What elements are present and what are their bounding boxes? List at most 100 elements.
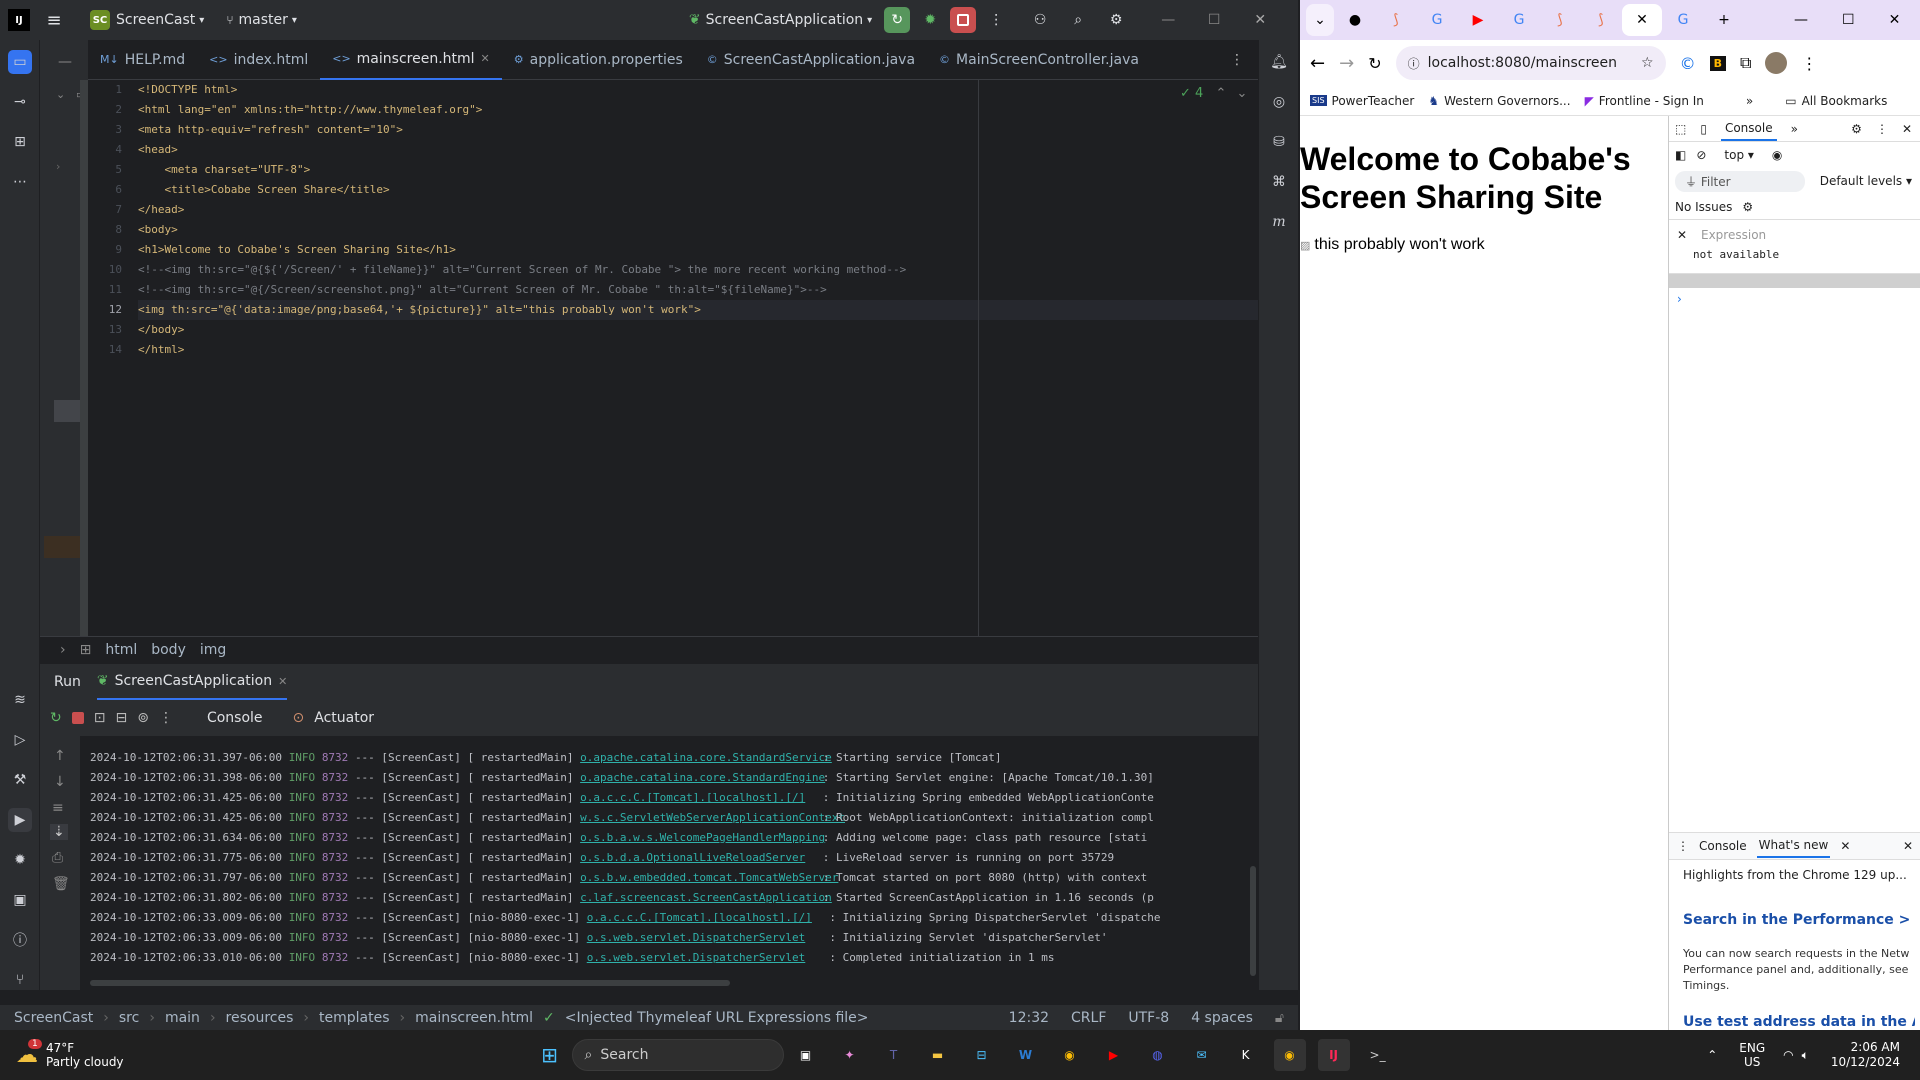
indent-setting[interactable]: 4 spaces [1191, 1010, 1253, 1026]
devtools-console-tab[interactable]: Console [1720, 117, 1777, 141]
camera-icon[interactable]: ⊡ [94, 710, 106, 726]
line-number[interactable]: 4 [88, 140, 136, 160]
line-number[interactable]: 9 [88, 240, 136, 260]
console-prompt-icon[interactable]: › [1677, 292, 1682, 306]
settings-gear-icon[interactable]: ⚙ [1742, 200, 1753, 214]
code-line[interactable]: <img th:src="@{'data:image/png;base64,'+… [138, 300, 1258, 320]
whats-new-headline-1[interactable]: Search in the Performance > Net [1683, 912, 1915, 928]
line-separator[interactable]: CRLF [1071, 1010, 1106, 1026]
chevron-up-icon[interactable]: ⌃ [1215, 86, 1226, 101]
more-vertical-icon[interactable]: ⋮ [1677, 839, 1689, 853]
problems-icon[interactable]: ⓘ [8, 928, 32, 952]
injected-language[interactable]: <Injected Thymeleaf URL Expressions file… [565, 1010, 869, 1026]
bookmark-tab-icon[interactable]: ⟆ [1581, 4, 1621, 36]
maximize-icon[interactable]: ☐ [1842, 12, 1855, 28]
chevron-right-icon[interactable]: › [56, 160, 60, 173]
sidebar-icon[interactable]: ◧ [1675, 148, 1686, 162]
minimize-icon[interactable]: — [1794, 12, 1808, 28]
add-user-icon[interactable]: ⚇ [1028, 8, 1052, 32]
code-line[interactable]: </head> [138, 200, 1258, 220]
bookmark-wgu[interactable]: ♞ Western Governors... [1428, 94, 1570, 108]
expression-input[interactable]: Expression [1701, 228, 1766, 242]
close-icon[interactable]: ✕ [481, 52, 490, 65]
log-logger-link[interactable]: w.s.c.ServletWebServerApplicationContext [580, 808, 845, 828]
editor-tab-5[interactable]: © MainScreenController.java [927, 40, 1151, 80]
bookmark-star-icon[interactable]: ☆ [1641, 55, 1654, 71]
chrome-active-icon[interactable]: ◉ [1273, 1039, 1306, 1071]
path-segment[interactable]: main [165, 1010, 200, 1026]
restore-layout-icon[interactable]: ⊟ [115, 710, 127, 726]
stop-icon[interactable] [950, 7, 977, 33]
path-segment[interactable]: templates [319, 1010, 390, 1026]
log-logger-link[interactable]: o.a.c.c.C.[Tomcat].[localhost].[/] [587, 908, 823, 928]
windows-start-icon[interactable]: ⊞ [534, 1039, 566, 1071]
bookmark-tab-icon[interactable]: ⟆ [1540, 4, 1580, 36]
task-view-icon[interactable]: ▣ [790, 1039, 822, 1071]
chevron-down-icon[interactable]: ⌄ [56, 88, 65, 101]
line-number[interactable]: 1 [88, 80, 136, 100]
drawer-console-tab[interactable]: Console [1699, 839, 1747, 853]
clock[interactable]: 2:06 AM 10/12/2024 [1831, 1040, 1900, 1070]
path-segment[interactable]: resources [226, 1010, 294, 1026]
scroll-to-end-icon[interactable]: ⇣ [50, 824, 68, 840]
youtube-music-icon[interactable]: ▶ [1098, 1039, 1130, 1071]
intellij-logo-icon[interactable]: IJ [8, 9, 30, 31]
line-number[interactable]: 5 [88, 160, 136, 180]
line-number[interactable]: 8 [88, 220, 136, 240]
console-tab[interactable]: Console [207, 710, 263, 726]
code-editor[interactable]: <!DOCTYPE html> <html lang="en" xmlns:th=… [138, 80, 1258, 636]
bookmark-powerteacher[interactable]: SIS PowerTeacher [1310, 94, 1414, 108]
google-tab-icon[interactable]: G [1417, 4, 1457, 36]
wifi-icon[interactable]: ◠ [1783, 1048, 1793, 1062]
branch-selector[interactable]: ⑂ master ▾ [220, 6, 303, 34]
collapse-icon[interactable]: — [58, 54, 72, 70]
line-number[interactable]: 6 [88, 180, 136, 200]
line-number[interactable]: 11 [88, 280, 136, 300]
language-indicator[interactable]: ENG US [1739, 1041, 1765, 1069]
more-vertical-icon[interactable]: ⋮ [984, 8, 1008, 32]
device-toolbar-icon[interactable]: ▯ [1700, 122, 1707, 136]
word-icon[interactable]: W [1010, 1039, 1042, 1071]
line-number[interactable]: 10 [88, 260, 136, 280]
terminal-icon[interactable]: ▣ [8, 888, 32, 912]
line-number[interactable]: 2 [88, 100, 136, 120]
code-line[interactable]: <meta http-equiv="refresh" content="10"> [138, 120, 1258, 140]
breadcrumb-html[interactable]: html [105, 642, 137, 658]
lock-icon[interactable]: 🔓︎ [1275, 1010, 1284, 1026]
soft-wrap-icon[interactable]: ≡ [52, 800, 64, 816]
google-tab-icon[interactable]: G [1499, 4, 1539, 36]
more-vertical-icon[interactable]: ⋮ [1876, 122, 1888, 136]
breadcrumb-img[interactable]: img [200, 642, 226, 658]
google-tab-icon[interactable]: G [1663, 4, 1703, 36]
devtools-horizontal-scrollbar[interactable] [1669, 274, 1920, 288]
context-selector[interactable]: top ▾ [1724, 148, 1754, 162]
path-segment[interactable]: mainscreen.html [415, 1010, 533, 1026]
new-tab-plus-icon[interactable]: + [1704, 4, 1744, 36]
k-app-icon[interactable]: K [1230, 1039, 1262, 1071]
more-tabs-icon[interactable]: » [1791, 122, 1798, 136]
path-segment[interactable]: src [119, 1010, 139, 1026]
profile-avatar[interactable] [1765, 52, 1788, 74]
run-config-selector[interactable]: ❦ ScreenCastApplication ▾ [683, 6, 878, 34]
code-line[interactable]: </html> [138, 340, 1258, 360]
debug-bug-icon[interactable]: ✹ [918, 8, 942, 32]
intellij-taskbar-icon[interactable]: IJ [1317, 1039, 1350, 1071]
inspect-element-icon[interactable]: ⬚ [1675, 122, 1686, 136]
commit-icon[interactable]: ⊸ [8, 90, 32, 114]
close-drawer-icon[interactable]: ✕ [1903, 839, 1913, 853]
more-vertical-icon[interactable]: ⋮ [1801, 54, 1817, 73]
print-icon[interactable]: ⎙ [52, 850, 63, 866]
settings-gear-icon[interactable]: ⚙ [1851, 122, 1862, 136]
log-levels-dropdown[interactable]: Default levels ▾ [1820, 174, 1912, 188]
rerun-icon[interactable]: ↻ [50, 710, 62, 726]
log-logger-link[interactable]: o.s.b.a.w.s.WelcomePageHandlerMapping [580, 828, 825, 848]
line-number[interactable]: 7 [88, 200, 136, 220]
log-logger-link[interactable]: o.s.b.w.embedded.tomcat.TomcatWebServer [580, 868, 838, 888]
code-line[interactable]: <html lang="en" xmlns:th="http://www.thy… [138, 100, 1258, 120]
debug-icon[interactable]: ✹ [8, 848, 32, 872]
bookmark-tab-icon[interactable]: ⟆ [1376, 4, 1416, 36]
forward-arrow-icon[interactable]: → [1339, 53, 1354, 74]
breadcrumb-body[interactable]: body [151, 642, 186, 658]
bookmark-frontline[interactable]: ◤ Frontline - Sign In [1585, 94, 1704, 108]
build-hammer-icon[interactable]: ⚒ [8, 768, 32, 792]
